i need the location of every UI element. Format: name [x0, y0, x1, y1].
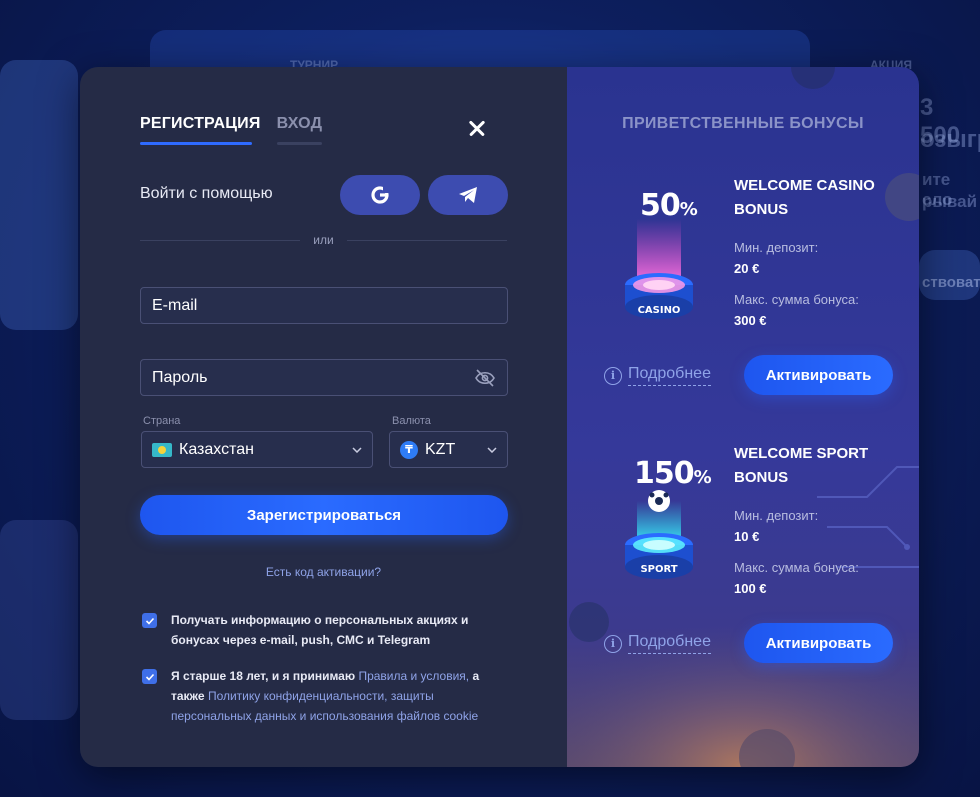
auth-tabs: РЕГИСТРАЦИЯ ВХОД [140, 115, 322, 145]
email-field[interactable]: E-mail [140, 287, 508, 324]
background-card [0, 520, 78, 720]
telegram-icon [459, 187, 477, 203]
casino-max-bonus-value: 300 € [734, 313, 767, 328]
or-divider: или [140, 233, 507, 247]
sport-activate-button[interactable]: Активировать [744, 623, 893, 663]
country-select[interactable]: Казахстан [141, 431, 373, 468]
casino-puck-icon: CASINO [625, 219, 693, 319]
casino-bonus-percent: 50% [640, 188, 698, 223]
casino-more-text: Подробнее [628, 365, 711, 386]
password-placeholder: Пароль [152, 368, 208, 386]
register-button[interactable]: Зарегистрироваться [140, 495, 508, 535]
casino-bonus-title: WELCOME CASINO BONUS [734, 177, 875, 218]
eye-hidden-icon[interactable] [474, 368, 496, 387]
background-text: ствоват [922, 274, 980, 291]
sport-puck-icon: SPORT [625, 490, 693, 579]
background-text: рывай [922, 192, 978, 211]
sport-min-deposit-label: Мин. депозит: [734, 508, 819, 523]
sport-max-bonus-label: Макс. сумма бонуса: [734, 560, 859, 575]
sport-bonus-title: WELCOME SPORT BONUS [734, 445, 869, 486]
background-text: озыгр [920, 126, 980, 153]
promo-consent-checkbox[interactable] [142, 613, 157, 628]
casino-bonus-percent-value: 50 [640, 188, 681, 223]
or-divider-text: или [313, 233, 334, 247]
kazakhstan-flag-icon [152, 442, 172, 457]
age-consent-checkbox[interactable] [142, 669, 157, 684]
info-icon: i [604, 634, 622, 653]
terms-link[interactable]: Правила и условия, [358, 669, 469, 683]
registration-modal: РЕГИСТРАЦИЯ ВХОД Войти с помощью или E-m… [80, 67, 919, 767]
sport-more-text: Подробнее [628, 633, 711, 654]
casino-max-bonus-label: Макс. сумма бонуса: [734, 292, 859, 307]
age-consent-prefix: Я старше 18 лет, и я принимаю [171, 669, 356, 683]
casino-more-link[interactable]: i Подробнее [604, 365, 711, 386]
casino-min-deposit-value: 20 € [734, 261, 760, 276]
casino-bonus-percent-sign: % [679, 199, 698, 220]
casino-activate-button[interactable]: Активировать [744, 355, 893, 395]
registration-panel: РЕГИСТРАЦИЯ ВХОД Войти с помощью или E-m… [80, 67, 567, 767]
email-placeholder: E-mail [152, 296, 198, 314]
country-value: Казахстан [179, 440, 254, 458]
password-field[interactable]: Пароль [140, 359, 508, 396]
telegram-login-button[interactable] [428, 175, 508, 215]
casino-puck-label: CASINO [638, 305, 681, 316]
bonuses-title: ПРИВЕТСТВЕННЫЕ БОНУСЫ [622, 115, 864, 132]
tab-register[interactable]: РЕГИСТРАЦИЯ [140, 115, 261, 145]
tenge-icon: ₸ [400, 440, 418, 459]
sport-bonus-percent: 150% [634, 456, 712, 491]
privacy-policy-link[interactable]: Политику конфиденциальности, защиты перс… [171, 689, 478, 723]
country-label: Страна [143, 415, 181, 427]
checkmark-icon [145, 673, 154, 681]
close-icon[interactable] [464, 115, 490, 141]
currency-label: Валюта [392, 415, 431, 427]
currency-value: KZT [425, 440, 456, 458]
checkmark-icon [145, 617, 154, 625]
chevron-down-icon [352, 446, 362, 453]
tab-login[interactable]: ВХОД [276, 115, 323, 145]
background-card [0, 60, 78, 330]
chevron-down-icon [487, 446, 497, 453]
sport-bonus-percent-value: 150 [634, 456, 695, 491]
welcome-bonuses-panel: ПРИВЕТСТВЕННЫЕ БОНУСЫ 50% CASINO WELCOME… [567, 67, 919, 767]
promo-consent-text: Получать информацию о персональных акция… [171, 613, 469, 647]
google-login-button[interactable] [340, 175, 420, 215]
age-consent-text: Я старше 18 лет, и я принимаю Правила и … [171, 666, 511, 726]
casino-min-deposit-label: Мин. депозит: [734, 240, 819, 255]
activation-code-link[interactable]: Есть код активации? [80, 565, 567, 579]
sport-more-link[interactable]: i Подробнее [604, 633, 711, 654]
sport-min-deposit-value: 10 € [734, 529, 760, 544]
sport-bonus-percent-sign: % [693, 467, 712, 488]
google-icon [371, 186, 389, 204]
social-login-label: Войти с помощью [140, 185, 273, 202]
sport-puck-label: SPORT [640, 564, 677, 575]
info-icon: i [604, 366, 622, 385]
currency-select[interactable]: ₸ KZT [389, 431, 508, 468]
sport-max-bonus-value: 100 € [734, 581, 767, 596]
